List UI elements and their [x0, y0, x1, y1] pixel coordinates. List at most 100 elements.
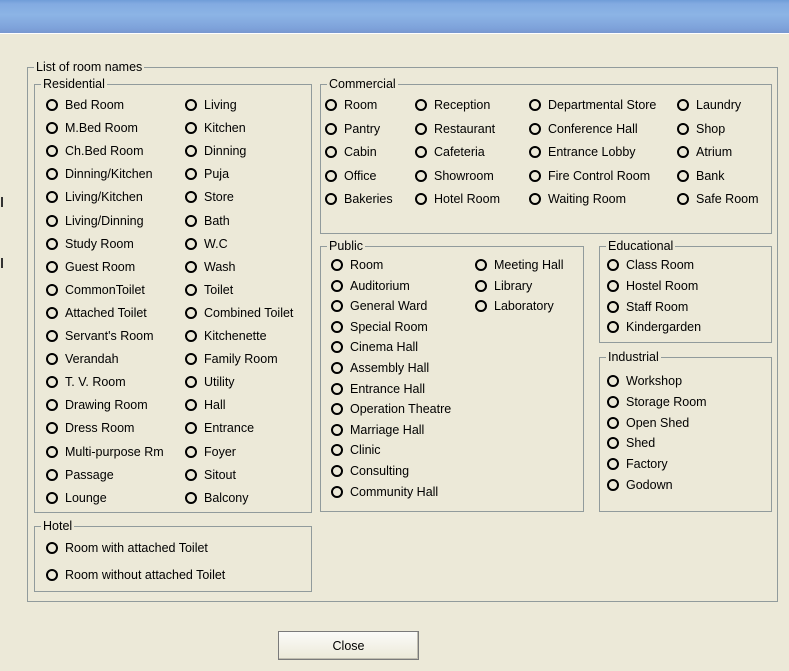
radio-button-icon[interactable]	[331, 403, 343, 416]
public-option[interactable]: Auditorium	[331, 277, 410, 295]
radio-button-icon[interactable]	[529, 99, 541, 111]
radio-button-icon[interactable]	[607, 437, 619, 450]
residential-option[interactable]: Dress Room	[46, 419, 134, 437]
residential-option[interactable]: W.C	[185, 235, 228, 253]
radio-button-icon[interactable]	[46, 468, 58, 481]
residential-option[interactable]: M.Bed Room	[46, 119, 138, 137]
commercial-option[interactable]: Cafeteria	[415, 143, 485, 161]
residential-option[interactable]: Store	[185, 188, 234, 206]
residential-option[interactable]: Entrance	[185, 419, 254, 437]
radio-button-icon[interactable]	[46, 491, 58, 504]
commercial-option[interactable]: Room	[325, 96, 377, 114]
residential-option[interactable]: Puja	[185, 165, 229, 183]
residential-option[interactable]: Study Room	[46, 235, 134, 253]
residential-option[interactable]: Ch.Bed Room	[46, 142, 144, 160]
radio-button-icon[interactable]	[475, 259, 487, 271]
radio-button-icon[interactable]	[46, 145, 58, 158]
radio-button-icon[interactable]	[46, 306, 58, 319]
residential-option[interactable]: Foyer	[185, 443, 236, 461]
radio-button-icon[interactable]	[607, 321, 619, 334]
commercial-option[interactable]: Bakeries	[325, 190, 393, 208]
radio-button-icon[interactable]	[331, 320, 343, 333]
radio-button-icon[interactable]	[325, 146, 337, 158]
radio-button-icon[interactable]	[415, 122, 427, 135]
public-option[interactable]: Assembly Hall	[331, 359, 429, 377]
commercial-option[interactable]: Fire Control Room	[529, 167, 650, 185]
radio-button-icon[interactable]	[185, 468, 197, 481]
residential-option[interactable]: Dinning	[185, 142, 246, 160]
radio-button-icon[interactable]	[185, 191, 197, 204]
radio-button-icon[interactable]	[677, 146, 689, 158]
radio-button-icon[interactable]	[607, 395, 619, 408]
residential-option[interactable]: T. V. Room	[46, 373, 126, 391]
radio-button-icon[interactable]	[475, 279, 487, 292]
radio-button-icon[interactable]	[185, 422, 197, 435]
commercial-option[interactable]: Bank	[677, 167, 725, 185]
commercial-option[interactable]: Waiting Room	[529, 190, 626, 208]
residential-option[interactable]: Toilet	[185, 281, 233, 299]
radio-button-icon[interactable]	[46, 353, 58, 366]
radio-button-icon[interactable]	[46, 168, 58, 181]
radio-button-icon[interactable]	[185, 306, 197, 319]
radio-button-icon[interactable]	[185, 99, 197, 111]
residential-option[interactable]: Servant's Room	[46, 327, 154, 345]
public-option[interactable]: Community Hall	[331, 483, 438, 501]
radio-button-icon[interactable]	[46, 376, 58, 389]
radio-button-icon[interactable]	[677, 169, 689, 182]
radio-button-icon[interactable]	[185, 283, 197, 296]
radio-button-icon[interactable]	[185, 214, 197, 227]
public-option[interactable]: Cinema Hall	[331, 338, 418, 356]
radio-button-icon[interactable]	[331, 444, 343, 457]
radio-button-icon[interactable]	[607, 458, 619, 471]
industrial-option[interactable]: Open Shed	[607, 414, 689, 432]
residential-option[interactable]: Lounge	[46, 489, 107, 507]
radio-button-icon[interactable]	[331, 279, 343, 292]
commercial-option[interactable]: Office	[325, 167, 376, 185]
radio-button-icon[interactable]	[331, 382, 343, 395]
radio-button-icon[interactable]	[331, 300, 343, 313]
residential-option[interactable]: Bath	[185, 212, 230, 230]
residential-option[interactable]: Living/Kitchen	[46, 188, 143, 206]
radio-button-icon[interactable]	[415, 169, 427, 182]
radio-button-icon[interactable]	[46, 237, 58, 250]
educational-option[interactable]: Hostel Room	[607, 277, 698, 295]
radio-button-icon[interactable]	[331, 485, 343, 498]
commercial-option[interactable]: Reception	[415, 96, 490, 114]
industrial-option[interactable]: Factory	[607, 455, 668, 473]
residential-option[interactable]: Bed Room	[46, 96, 124, 114]
residential-option[interactable]: Hall	[185, 396, 226, 414]
public-option[interactable]: Room	[331, 256, 383, 274]
educational-option[interactable]: Class Room	[607, 256, 694, 274]
commercial-option[interactable]: Restaurant	[415, 120, 495, 138]
radio-button-icon[interactable]	[185, 491, 197, 504]
commercial-option[interactable]: Entrance Lobby	[529, 143, 636, 161]
radio-button-icon[interactable]	[46, 569, 58, 581]
radio-button-icon[interactable]	[331, 465, 343, 477]
residential-option[interactable]: Drawing Room	[46, 396, 148, 414]
radio-button-icon[interactable]	[325, 99, 337, 111]
commercial-option[interactable]: Pantry	[325, 120, 380, 138]
radio-button-icon[interactable]	[185, 237, 197, 250]
radio-button-icon[interactable]	[325, 122, 337, 135]
radio-button-icon[interactable]	[185, 399, 197, 412]
residential-option[interactable]: Dinning/Kitchen	[46, 165, 153, 183]
radio-button-icon[interactable]	[529, 193, 541, 205]
radio-button-icon[interactable]	[185, 353, 197, 366]
commercial-option[interactable]: Atrium	[677, 143, 732, 161]
residential-option[interactable]: Living	[185, 96, 237, 114]
radio-button-icon[interactable]	[529, 169, 541, 182]
radio-button-icon[interactable]	[415, 193, 427, 205]
residential-option[interactable]: Wash	[185, 258, 236, 276]
commercial-option[interactable]: Shop	[677, 120, 725, 138]
radio-button-icon[interactable]	[331, 362, 343, 374]
educational-option[interactable]: Kindergarden	[607, 318, 701, 336]
residential-option[interactable]: Multi-purpose Rm	[46, 443, 164, 461]
radio-button-icon[interactable]	[607, 479, 619, 491]
radio-button-icon[interactable]	[185, 168, 197, 181]
radio-button-icon[interactable]	[46, 422, 58, 435]
industrial-option[interactable]: Storage Room	[607, 393, 707, 411]
radio-button-icon[interactable]	[325, 169, 337, 182]
radio-button-icon[interactable]	[46, 260, 58, 273]
residential-option[interactable]: Utility	[185, 373, 235, 391]
radio-button-icon[interactable]	[46, 399, 58, 412]
